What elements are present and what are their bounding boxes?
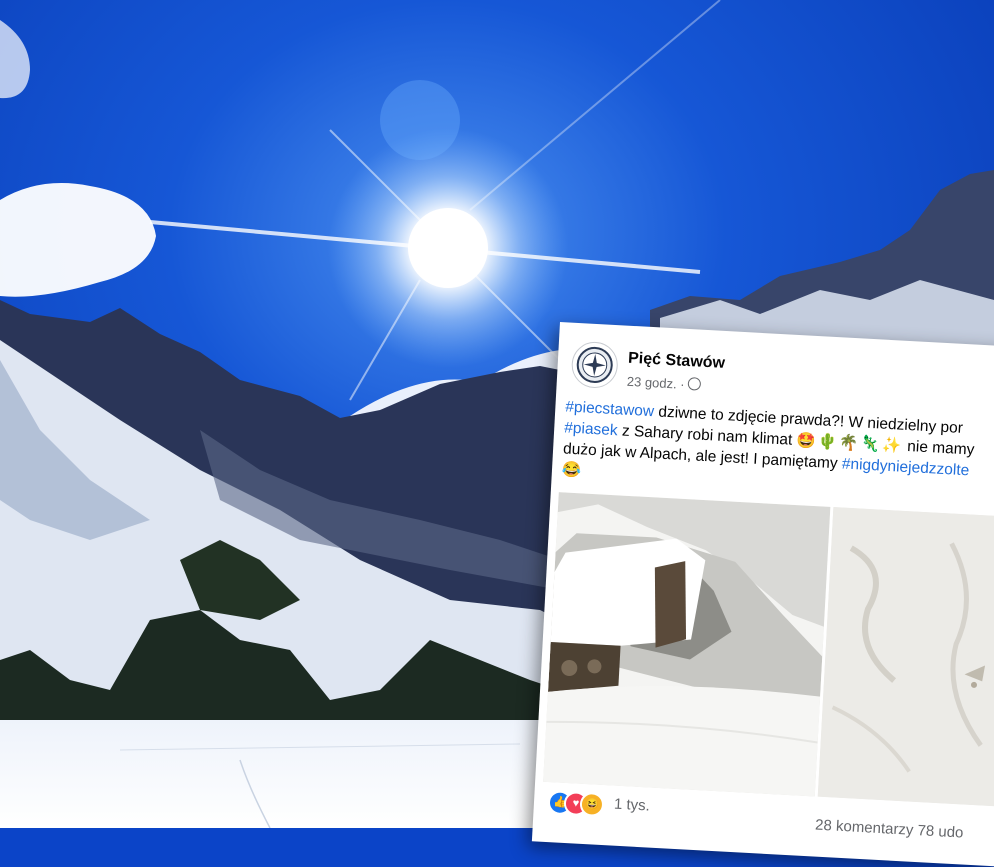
cactus-emoji-icon: 🌵 — [817, 433, 838, 452]
post-photo-hut[interactable] — [543, 492, 831, 797]
page-logo-icon — [576, 346, 613, 383]
globe-icon — [687, 377, 702, 391]
post-meta: 23 godz. · — [626, 374, 702, 393]
palm-tree-emoji-icon: 🌴 — [838, 434, 859, 453]
facebook-post-card: Pięć Stawów 23 godz. · #piecstawow dziwn… — [531, 322, 994, 867]
reaction-count[interactable]: 1 tys. — [614, 796, 651, 815]
comments-shares-count[interactable]: 28 komentarzy 78 udo — [815, 817, 964, 842]
lizard-emoji-icon: 🦎 — [859, 435, 881, 454]
star-struck-emoji-icon: 🤩 — [796, 431, 817, 450]
laughing-emoji-icon: 😂 — [561, 461, 582, 480]
post-time[interactable]: 23 godz. · — [626, 374, 685, 392]
post-photo-snow-closeup[interactable] — [817, 507, 994, 808]
page-name[interactable]: Pięć Stawów — [628, 350, 726, 373]
hashtag-piecstawow[interactable]: #piecstawow — [565, 398, 655, 420]
post-text: #piecstawow dziwne to zdjęcie prawda?! W… — [561, 396, 994, 510]
haha-reaction-icon: 😆 — [579, 791, 605, 818]
sparkles-emoji-icon: ✨ — [881, 436, 902, 455]
avatar[interactable] — [570, 340, 619, 390]
hashtag-piasek[interactable]: #piasek — [564, 419, 618, 439]
post-text-line2-end: nie mamy — [902, 437, 975, 459]
